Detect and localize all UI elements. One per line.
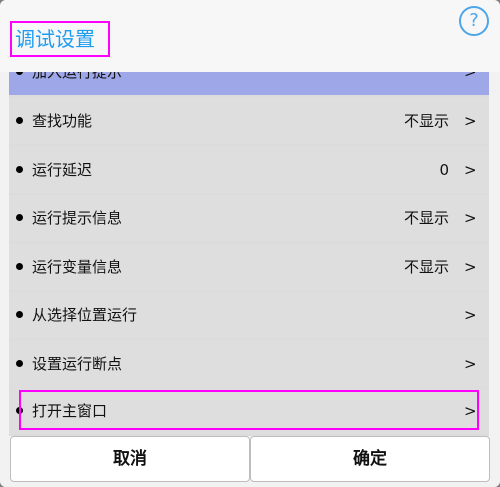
setting-row-delay[interactable]: 运行延迟 0 > bbox=[9, 147, 489, 193]
bullet-icon bbox=[16, 214, 23, 221]
setting-value: 0 bbox=[439, 161, 449, 179]
bullet-icon bbox=[16, 311, 23, 318]
setting-row-breakpoints[interactable]: 设置运行断点 > bbox=[9, 341, 489, 387]
cancel-button[interactable]: 取消 bbox=[10, 436, 250, 482]
settings-list[interactable]: 加入运行提示 > 查找功能 不显示 > 运行延迟 0 > 运行提示信息 不显示 … bbox=[9, 72, 489, 436]
setting-value: 不显示 bbox=[403, 112, 449, 130]
setting-label: 运行提示信息 bbox=[32, 209, 123, 227]
chevron-right-icon: > bbox=[464, 209, 477, 227]
row-highlight bbox=[19, 390, 479, 430]
dialog-footer: 取消 确定 bbox=[0, 436, 500, 487]
setting-label: 从选择位置运行 bbox=[32, 306, 138, 324]
chevron-right-icon: > bbox=[464, 112, 477, 130]
setting-row-variable-info[interactable]: 运行变量信息 不显示 > bbox=[9, 244, 489, 290]
chevron-right-icon: > bbox=[464, 72, 477, 81]
ok-button[interactable]: 确定 bbox=[250, 436, 490, 482]
setting-label: 设置运行断点 bbox=[32, 355, 123, 373]
chevron-right-icon: > bbox=[464, 161, 477, 179]
setting-label: 运行变量信息 bbox=[32, 258, 123, 276]
bullet-icon bbox=[16, 263, 23, 270]
setting-row-find[interactable]: 查找功能 不显示 > bbox=[9, 98, 489, 144]
chevron-right-icon: > bbox=[464, 306, 477, 324]
bullet-icon bbox=[16, 117, 23, 124]
setting-value: 不显示 bbox=[403, 258, 449, 276]
dialog-title: 调试设置 bbox=[15, 27, 95, 51]
dialog-header: 调试设置 ? bbox=[0, 0, 500, 72]
bullet-icon bbox=[16, 360, 23, 367]
setting-row-run-from-selection[interactable]: 从选择位置运行 > bbox=[9, 292, 489, 338]
title-highlight: 调试设置 bbox=[10, 21, 110, 57]
debug-settings-dialog: 调试设置 ? 加入运行提示 > 查找功能 不显示 > 运行延迟 0 > 运行提示… bbox=[0, 0, 500, 487]
help-icon[interactable]: ? bbox=[459, 6, 489, 36]
chevron-right-icon: > bbox=[464, 258, 477, 276]
setting-label: 加入运行提示 bbox=[32, 72, 123, 81]
bullet-icon bbox=[16, 72, 23, 75]
setting-label: 查找功能 bbox=[32, 112, 93, 130]
setting-label: 运行延迟 bbox=[32, 161, 93, 179]
chevron-right-icon: > bbox=[464, 355, 477, 373]
setting-row-run-hint[interactable]: 加入运行提示 > bbox=[9, 72, 489, 95]
setting-row-hint-info[interactable]: 运行提示信息 不显示 > bbox=[9, 195, 489, 241]
bullet-icon bbox=[16, 166, 23, 173]
setting-value: 不显示 bbox=[403, 209, 449, 227]
